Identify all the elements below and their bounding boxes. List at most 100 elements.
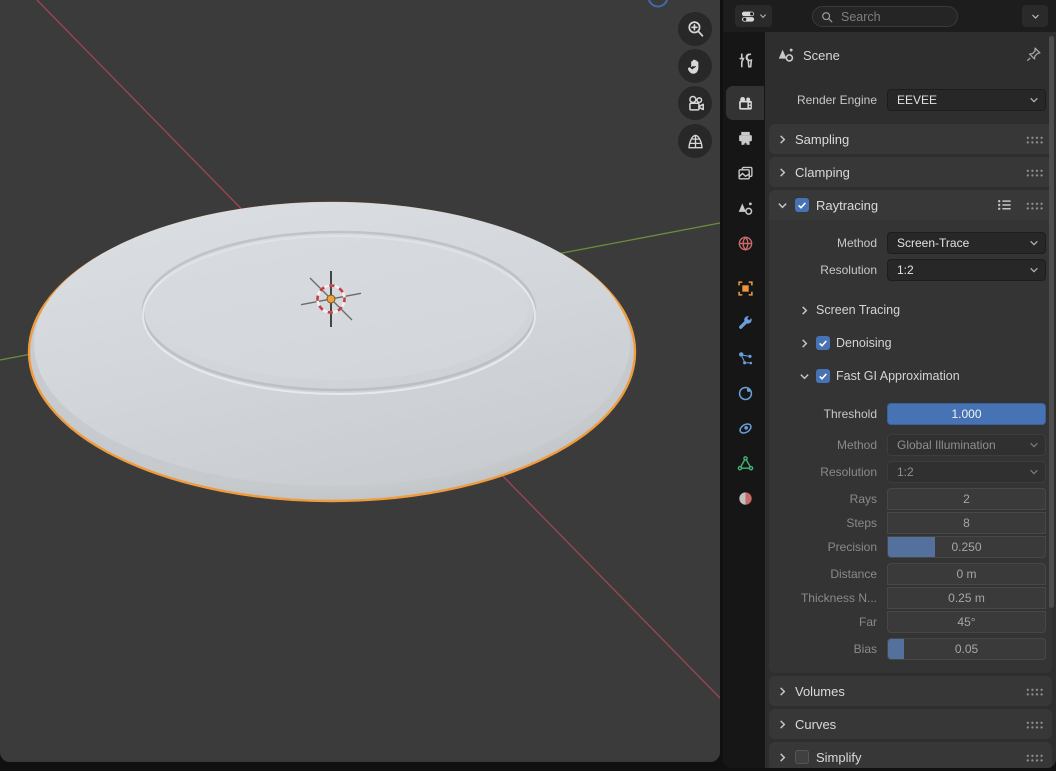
tab-tool[interactable]: [726, 43, 764, 77]
zoom-button[interactable]: [678, 12, 712, 46]
drag-grip-icon[interactable]: [1025, 201, 1044, 210]
subpanel-denoising[interactable]: Denoising: [769, 333, 1052, 353]
scene-properties-icon: [737, 200, 754, 217]
properties-editor: Scene Render Engine EEVEE: [723, 0, 1056, 768]
editor-type-button[interactable]: [735, 5, 772, 27]
raytracing-header[interactable]: Raytracing: [769, 190, 1052, 220]
camera-icon: [686, 94, 705, 113]
render-engine-value: EEVEE: [897, 93, 937, 107]
threshold-slider[interactable]: 1.000: [887, 403, 1046, 425]
subpanel-screen-tracing[interactable]: Screen Tracing: [769, 300, 1052, 320]
particles-icon: [737, 350, 754, 367]
chevron-down-icon: [799, 371, 810, 382]
subpanel-title: Fast GI Approximation: [836, 369, 960, 383]
viewport-scene: [0, 0, 720, 762]
projection-button[interactable]: [678, 124, 712, 158]
drag-grip-icon[interactable]: [1025, 687, 1044, 696]
search-field[interactable]: [812, 6, 958, 27]
section-title: Clamping: [795, 165, 850, 180]
section-curves[interactable]: Curves: [769, 709, 1052, 739]
pin-button[interactable]: [1025, 46, 1042, 63]
tab-scene[interactable]: [726, 191, 764, 225]
field-label: Distance: [777, 567, 887, 581]
tab-object[interactable]: [726, 271, 764, 305]
distance-row: Distance 0 m: [777, 563, 1046, 585]
section-title: Sampling: [795, 132, 849, 147]
denoising-checkbox[interactable]: [816, 336, 830, 350]
presets-list-icon[interactable]: [997, 198, 1012, 212]
subpanel-title: Screen Tracing: [816, 303, 900, 317]
rt-resolution-dropdown[interactable]: 1:2: [887, 259, 1046, 281]
drag-grip-icon[interactable]: [1025, 168, 1044, 177]
section-raytracing: Raytracing Method Screen-Trace: [769, 190, 1052, 673]
section-volumes[interactable]: Volumes: [769, 676, 1052, 706]
3d-viewport[interactable]: [0, 0, 720, 762]
header-menu-button[interactable]: [1022, 5, 1048, 27]
render-engine-dropdown[interactable]: EEVEE: [887, 89, 1046, 111]
gi-resolution-dropdown: 1:2: [887, 461, 1046, 483]
chevron-right-icon: [777, 686, 788, 697]
tab-object-data[interactable]: [726, 446, 764, 480]
view-layer-icon: [737, 165, 754, 182]
modifiers-wrench-icon: [737, 315, 754, 332]
tab-view-layer[interactable]: [726, 156, 764, 190]
tab-constraints[interactable]: [726, 411, 764, 445]
render-engine-row: Render Engine EEVEE: [777, 89, 1046, 111]
drag-grip-icon[interactable]: [1025, 135, 1044, 144]
tab-physics[interactable]: [726, 376, 764, 410]
panel-scrollbar[interactable]: [1049, 36, 1054, 608]
field-value: 8: [963, 516, 970, 530]
fast-gi-checkbox[interactable]: [816, 369, 830, 383]
breadcrumb-scene[interactable]: Scene: [803, 48, 840, 63]
tab-material[interactable]: [726, 481, 764, 515]
simplify-checkbox[interactable]: [795, 750, 809, 764]
drag-grip-icon[interactable]: [1025, 720, 1044, 729]
material-icon: [737, 490, 754, 507]
section-title: Volumes: [795, 684, 845, 699]
slider-value: 0.05: [955, 642, 978, 656]
far-field: 45°: [887, 611, 1046, 633]
check-icon: [818, 338, 828, 348]
chevron-down-icon: [1031, 12, 1040, 21]
rays-field: 2: [887, 488, 1046, 510]
raytracing-checkbox[interactable]: [795, 198, 809, 212]
constraints-icon: [737, 420, 754, 437]
search-input[interactable]: [839, 9, 949, 25]
steps-field: 8: [887, 512, 1046, 534]
dropdown-value: Global Illumination: [897, 438, 996, 452]
drag-grip-icon[interactable]: [1025, 753, 1044, 762]
far-row: Far 45°: [777, 611, 1046, 633]
tab-modifiers[interactable]: [726, 306, 764, 340]
field-label: Far: [777, 615, 887, 629]
dropdown-value: 1:2: [897, 263, 914, 277]
grid-sphere-icon: [686, 132, 705, 151]
chevron-right-icon: [777, 719, 788, 730]
pan-button[interactable]: [678, 49, 712, 83]
section-sampling[interactable]: Sampling: [769, 124, 1052, 154]
precision-row: Precision 0.250: [777, 536, 1046, 558]
breadcrumb: Scene: [765, 42, 1056, 68]
section-clamping[interactable]: Clamping: [769, 157, 1052, 187]
tab-output[interactable]: [726, 121, 764, 155]
rt-method-dropdown[interactable]: Screen-Trace: [887, 232, 1046, 254]
pin-icon: [1025, 46, 1042, 63]
subpanel-fast-gi[interactable]: Fast GI Approximation: [769, 366, 1052, 386]
section-title: Simplify: [816, 750, 862, 765]
section-simplify[interactable]: Simplify: [769, 742, 1052, 768]
section-title: Curves: [795, 717, 836, 732]
camera-view-button[interactable]: [678, 86, 712, 120]
tab-render[interactable]: [726, 86, 764, 120]
world-properties-icon: [737, 235, 754, 252]
tab-particles[interactable]: [726, 341, 764, 375]
tab-world[interactable]: [726, 226, 764, 260]
rays-row: Rays 2: [777, 488, 1046, 510]
scene-icon: [777, 46, 795, 64]
check-icon: [818, 371, 828, 381]
chevron-down-icon: [1029, 95, 1039, 105]
thickness-field: 0.25 m: [887, 587, 1046, 609]
subpanel-title: Denoising: [836, 336, 892, 350]
physics-icon: [737, 385, 754, 402]
object-data-icon: [737, 455, 754, 472]
thickness-row: Thickness N... 0.25 m: [777, 587, 1046, 609]
properties-header-bar: [723, 0, 1056, 32]
